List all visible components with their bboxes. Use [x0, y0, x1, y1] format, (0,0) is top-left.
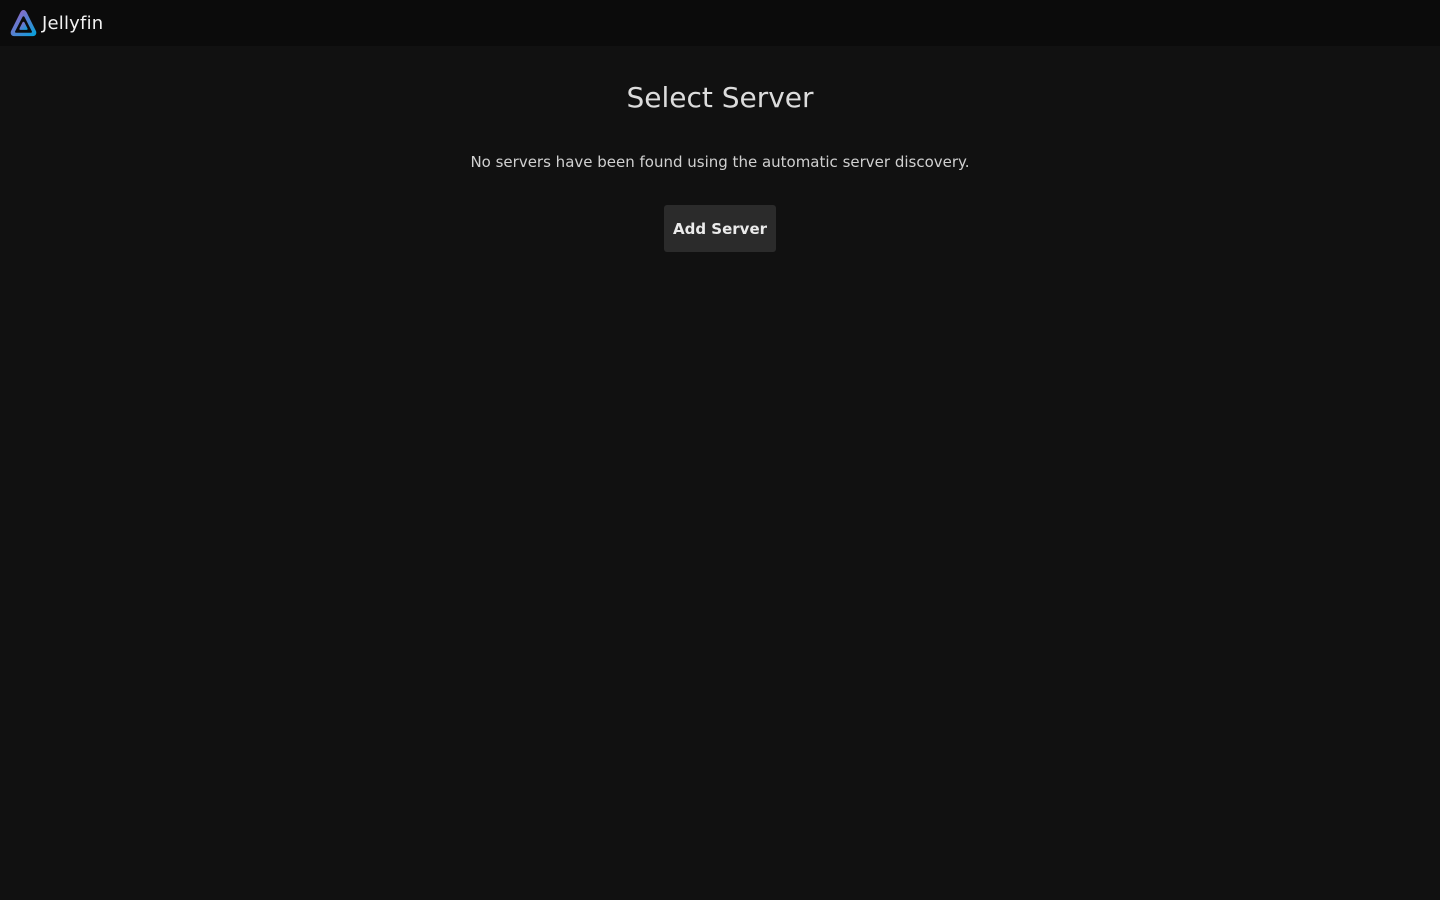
jellyfin-logo[interactable]: Jellyfin	[8, 0, 103, 46]
app-header: Jellyfin	[0, 0, 1440, 46]
select-server-page: Select Server No servers have been found…	[0, 46, 1440, 900]
jellyfin-logo-icon	[10, 9, 37, 36]
add-server-button[interactable]: Add Server	[664, 205, 776, 252]
no-servers-message: No servers have been found using the aut…	[470, 153, 970, 171]
app-name: Jellyfin	[42, 12, 104, 34]
page-title: Select Server	[626, 81, 814, 114]
